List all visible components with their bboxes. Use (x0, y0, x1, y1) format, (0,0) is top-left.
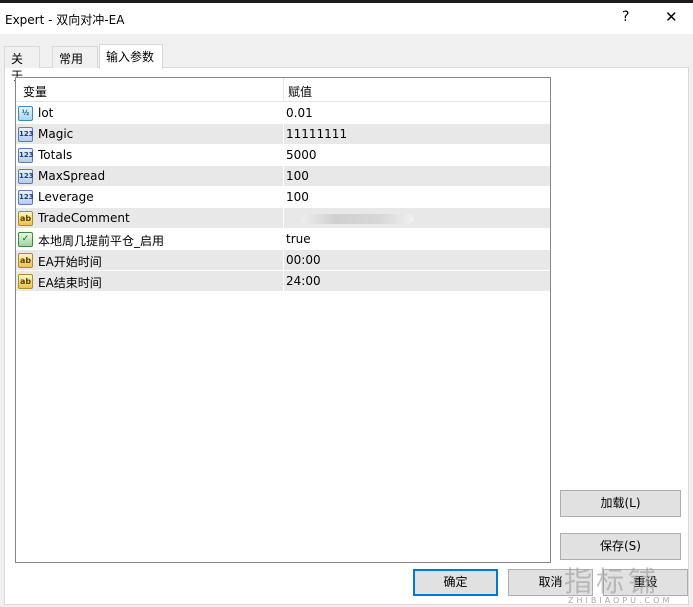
param-value[interactable]: 100 (286, 169, 309, 183)
param-value[interactable]: 00:00 (286, 253, 321, 267)
string-type-icon: ab (18, 211, 33, 226)
reset-button[interactable]: 重设 (603, 569, 688, 596)
cell-divider (283, 187, 284, 208)
table-row[interactable]: 123 Leverage 100 (16, 187, 550, 208)
param-name: Magic (38, 127, 74, 141)
param-name: Totals (38, 148, 73, 162)
param-name: EA结束时间 (38, 276, 102, 290)
load-button[interactable]: 加载(L) (560, 490, 681, 517)
table-row[interactable]: ab TradeComment (16, 208, 550, 229)
tab-common[interactable]: 常用 (52, 46, 98, 68)
cell-divider (283, 208, 284, 229)
param-name: MaxSpread (38, 169, 106, 183)
cell-divider (283, 103, 284, 124)
integer-type-icon: 123 (18, 127, 34, 142)
column-header-value[interactable]: 赋值 (288, 83, 312, 100)
table-row[interactable]: 123 Magic 11111111 (16, 124, 550, 145)
column-header-variable[interactable]: 变量 (23, 83, 47, 100)
table-row[interactable]: 123 Totals 5000 (16, 145, 550, 166)
title-bar: Expert - 双向对冲-EA ? ✕ (0, 0, 693, 34)
cell-divider (283, 271, 284, 292)
help-button[interactable]: ? (622, 9, 629, 25)
param-name: 本地周几提前平仓_启用 (38, 234, 165, 248)
string-type-icon: ab (18, 253, 33, 268)
param-value[interactable]: 5000 (286, 148, 317, 162)
close-button[interactable]: ✕ (665, 8, 678, 26)
string-type-icon: ab (18, 274, 33, 289)
table-row[interactable]: ✓ 本地周几提前平仓_启用 true (16, 229, 550, 250)
cell-divider (283, 250, 284, 271)
integer-type-icon: 123 (18, 169, 34, 184)
tab-inputs[interactable]: 输入参数 (99, 44, 163, 69)
param-name: TradeComment (38, 211, 130, 225)
redacted-value[interactable] (302, 214, 414, 224)
param-value[interactable]: 0.01 (286, 106, 313, 120)
param-value[interactable]: true (286, 232, 311, 246)
double-type-icon: ½ (18, 106, 33, 121)
tab-about[interactable]: 关于 (4, 46, 40, 83)
param-name: EA开始时间 (38, 255, 102, 269)
table-row[interactable]: ab EA开始时间 00:00 (16, 250, 550, 271)
cell-divider (283, 229, 284, 250)
cancel-button[interactable]: 取消 (508, 569, 593, 596)
window-title: Expert - 双向对冲-EA (5, 13, 125, 27)
param-value[interactable]: 100 (286, 190, 309, 204)
ok-button[interactable]: 确定 (413, 569, 498, 596)
integer-type-icon: 123 (18, 148, 34, 163)
cell-divider (283, 145, 284, 166)
param-value[interactable]: 11111111 (286, 127, 347, 141)
param-name: Leverage (38, 190, 94, 204)
table-row[interactable]: 123 MaxSpread 100 (16, 166, 550, 187)
bool-type-icon: ✓ (18, 232, 33, 247)
table-row[interactable]: ½ lot 0.01 (16, 103, 550, 124)
column-divider[interactable] (283, 78, 284, 102)
table-row[interactable]: ab EA结束时间 24:00 (16, 271, 550, 292)
cell-divider (283, 166, 284, 187)
save-button[interactable]: 保存(S) (560, 533, 681, 560)
grid-header: 变量 赋值 (16, 78, 550, 102)
integer-type-icon: 123 (18, 190, 34, 205)
cell-divider (283, 124, 284, 145)
parameters-grid[interactable]: 变量 赋值 ½ lot 0.01 123 Magic 11111111 123 … (15, 77, 551, 563)
param-value[interactable]: 24:00 (286, 274, 321, 288)
param-name: lot (38, 106, 54, 120)
